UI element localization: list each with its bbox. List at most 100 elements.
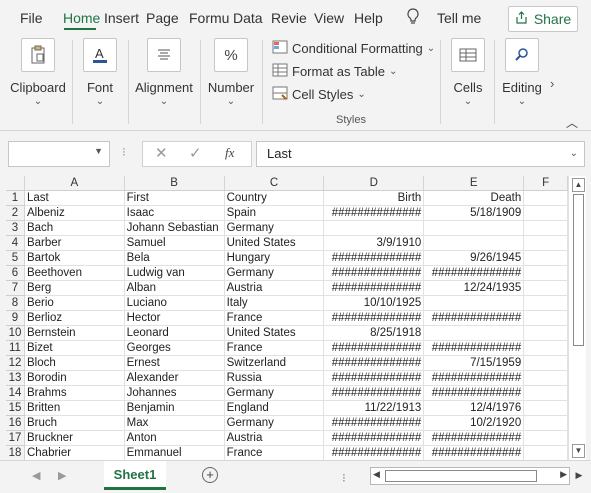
menu-review[interactable]: Revie	[271, 10, 307, 26]
column-header-f[interactable]: F	[523, 176, 568, 191]
menu-insert[interactable]: Insert	[104, 10, 139, 26]
cell-c[interactable]: Germany	[224, 220, 325, 236]
cell-f[interactable]	[523, 430, 568, 446]
cell-b[interactable]: Alban	[124, 280, 225, 296]
cell-e[interactable]	[423, 295, 525, 311]
cell-f[interactable]	[523, 205, 568, 221]
cell-f[interactable]	[523, 325, 568, 341]
row-header[interactable]: 12	[6, 355, 25, 371]
cell-a[interactable]: Britten	[24, 400, 125, 416]
cell-b[interactable]: Bela	[124, 250, 225, 266]
name-box[interactable]: ▼	[8, 141, 110, 167]
cell-f[interactable]	[523, 385, 568, 401]
cell-e[interactable]: ##############	[423, 340, 525, 356]
cell-f[interactable]	[523, 415, 568, 431]
cell-a[interactable]: Borodin	[24, 370, 125, 386]
cell-d[interactable]: ##############	[323, 430, 425, 446]
cell-d[interactable]: 10/10/1925	[323, 295, 425, 311]
cell-c[interactable]: Germany	[224, 265, 325, 281]
cell-f[interactable]	[523, 190, 568, 206]
row-header[interactable]: 7	[6, 280, 25, 296]
cell-c[interactable]: Germany	[224, 385, 325, 401]
cell-b[interactable]: Leonard	[124, 325, 225, 341]
cell-d[interactable]: ##############	[323, 280, 425, 296]
cell-f[interactable]	[523, 265, 568, 281]
row-header[interactable]: 15	[6, 400, 25, 416]
cell-b[interactable]: Samuel	[124, 235, 225, 251]
cell-d[interactable]: ##############	[323, 355, 425, 371]
editing-group-button[interactable]: Editing ⌄	[498, 38, 546, 107]
format-as-table-button[interactable]: Format as Table ⌄	[272, 61, 397, 81]
row-header[interactable]: 17	[6, 430, 25, 446]
insert-function-icon[interactable]: fx	[225, 145, 234, 161]
cell-a[interactable]: Bach	[24, 220, 125, 236]
menu-data[interactable]: Data	[233, 10, 263, 26]
font-group-button[interactable]: A Font ⌄	[78, 38, 122, 107]
cell-a[interactable]: Bernstein	[24, 325, 125, 341]
menu-help[interactable]: Help	[354, 10, 383, 26]
row-header[interactable]: 5	[6, 250, 25, 266]
cell-b[interactable]: Johannes	[124, 385, 225, 401]
cell-d[interactable]: ##############	[323, 340, 425, 356]
column-header-b[interactable]: B	[124, 176, 225, 191]
menu-formulas[interactable]: Formu	[189, 10, 229, 26]
cell-b[interactable]: Johann Sebastian	[124, 220, 225, 236]
cell-a[interactable]: Brahms	[24, 385, 125, 401]
cell-a[interactable]: Beethoven	[24, 265, 125, 281]
cell-b[interactable]: First	[124, 190, 225, 206]
cell-e[interactable]: Death	[423, 190, 525, 206]
menu-view[interactable]: View	[314, 10, 344, 26]
cell-c[interactable]: England	[224, 400, 325, 416]
menu-file[interactable]: File	[20, 10, 43, 26]
previous-sheet-icon[interactable]: ◀	[32, 469, 40, 482]
cell-d[interactable]: Birth	[323, 190, 425, 206]
cell-e[interactable]: ##############	[423, 430, 525, 446]
cell-d[interactable]: ##############	[323, 265, 425, 281]
cell-e[interactable]: 12/24/1935	[423, 280, 525, 296]
cell-e[interactable]: 12/4/1976	[423, 400, 525, 416]
cell-f[interactable]	[523, 355, 568, 371]
ribbon-scroll-right-icon[interactable]: ›	[550, 76, 562, 120]
row-header[interactable]: 18	[6, 445, 25, 460]
cell-a[interactable]: Barber	[24, 235, 125, 251]
cell-c[interactable]: Austria	[224, 280, 325, 296]
row-header[interactable]: 1	[6, 190, 25, 206]
menu-page-layout[interactable]: Page	[146, 10, 179, 26]
row-header[interactable]: 3	[6, 220, 25, 236]
cell-c[interactable]: France	[224, 310, 325, 326]
cell-f[interactable]	[523, 340, 568, 356]
cell-d[interactable]: ##############	[323, 415, 425, 431]
cell-c[interactable]: France	[224, 340, 325, 356]
menu-home[interactable]: Home	[63, 10, 100, 26]
cell-a[interactable]: Berg	[24, 280, 125, 296]
cell-e[interactable]: ##############	[423, 310, 525, 326]
cell-d[interactable]: 8/25/1918	[323, 325, 425, 341]
tell-me-search[interactable]: Tell me	[437, 10, 481, 26]
cell-c[interactable]: Hungary	[224, 250, 325, 266]
vertical-scrollbar[interactable]: ▲ ▼	[568, 176, 586, 460]
cell-b[interactable]: Luciano	[124, 295, 225, 311]
alignment-group-button[interactable]: Alignment ⌄	[132, 38, 196, 107]
row-header[interactable]: 13	[6, 370, 25, 386]
cell-e[interactable]	[423, 325, 525, 341]
row-header[interactable]: 16	[6, 415, 25, 431]
share-button[interactable]: Share	[508, 6, 578, 32]
cell-a[interactable]: Bartok	[24, 250, 125, 266]
cell-b[interactable]: Ludwig van	[124, 265, 225, 281]
scroll-right-end-icon[interactable]: ▶	[572, 467, 586, 483]
cell-e[interactable]: 5/18/1909	[423, 205, 525, 221]
cell-f[interactable]	[523, 280, 568, 296]
cell-d[interactable]: ##############	[323, 310, 425, 326]
cell-c[interactable]: United States	[224, 235, 325, 251]
row-header[interactable]: 10	[6, 325, 25, 341]
horizontal-scrollbar[interactable]: ◀ ▶	[370, 467, 570, 485]
cell-c[interactable]: Austria	[224, 430, 325, 446]
cell-d[interactable]: ##############	[323, 205, 425, 221]
cell-a[interactable]: Bizet	[24, 340, 125, 356]
cell-f[interactable]	[523, 220, 568, 236]
clipboard-group-button[interactable]: Clipboard ⌄	[10, 38, 66, 107]
cell-d[interactable]: 11/22/1913	[323, 400, 425, 416]
cell-b[interactable]: Georges	[124, 340, 225, 356]
cell-e[interactable]: ##############	[423, 445, 525, 460]
column-header-c[interactable]: C	[224, 176, 325, 191]
